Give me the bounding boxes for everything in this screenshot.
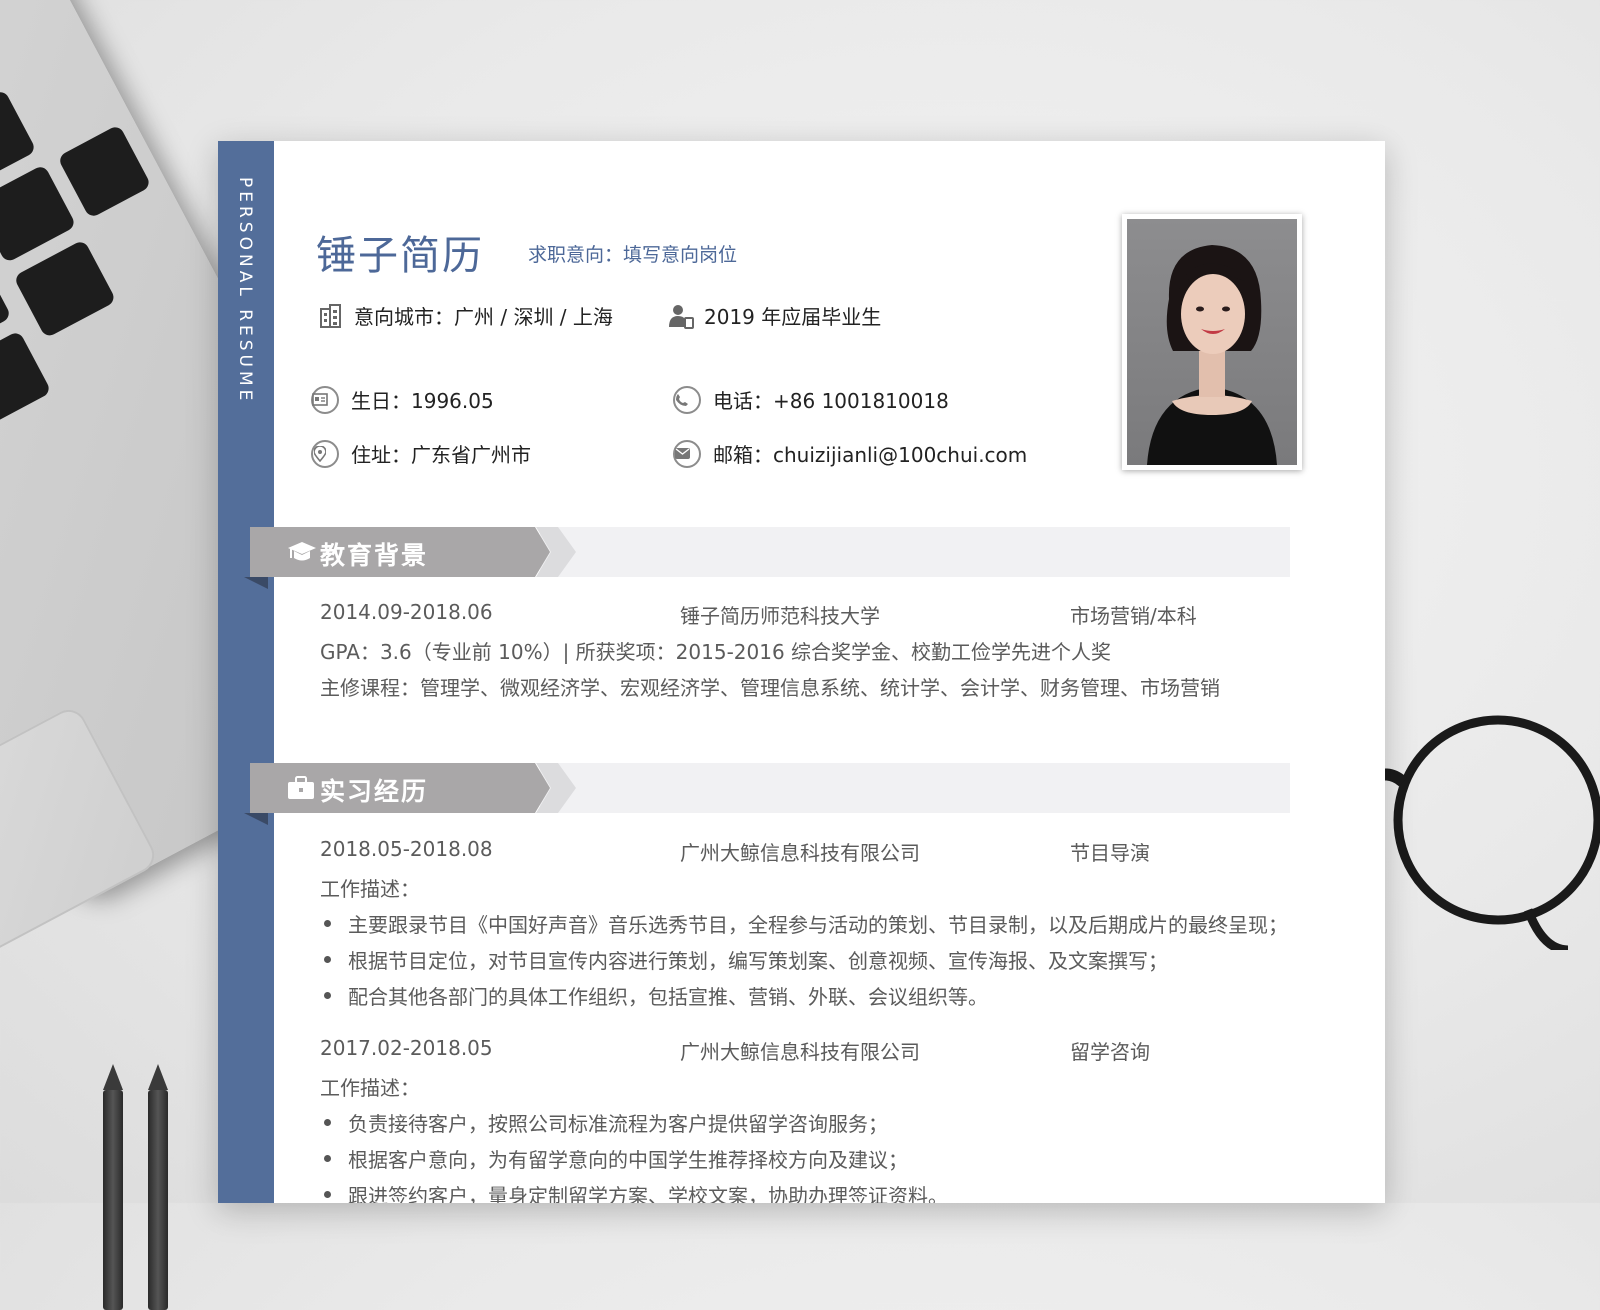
- laptop-key: [13, 239, 117, 339]
- education-school: 锤子简历师范科技大学: [680, 604, 880, 628]
- pencil: [148, 1064, 168, 1310]
- internship-title: 实习经历: [320, 777, 429, 806]
- job-role: 节目导演: [1070, 841, 1150, 865]
- job-role: 留学咨询: [1070, 1040, 1150, 1064]
- intended-city-text: 意向城市：广州 / 深圳 / 上海: [354, 305, 613, 329]
- graduate-year-text: 2019 年应届毕业生: [704, 305, 882, 329]
- graduate-year: 2019 年应届毕业生: [668, 301, 881, 330]
- education-period: 2014.09-2018.06: [320, 600, 493, 624]
- laptop-key: [0, 330, 52, 425]
- address-text: 住址：广东省广州市: [351, 443, 531, 467]
- job-bullet: 配合其他各部门的具体工作组织，包括宣推、营销、外联、会议组织等。: [320, 981, 988, 1010]
- job-bullet: 根据节目定位，对节目宣传内容进行策划，编写策划案、创意视频、宣传海报、及文案撰写…: [320, 945, 1168, 974]
- job-bullet: 根据客户意向，为有留学意向的中国学生推荐择校方向及建议；: [320, 1144, 908, 1173]
- side-label: PERSONAL RESUME: [235, 177, 255, 405]
- education-courses: 主修课程：管理学、微观经济学、宏观经济学、管理信息系统、统计学、会计学、财务管理…: [320, 676, 1220, 700]
- email-text: 邮箱：chuizijianli@100chui.com: [713, 443, 1028, 467]
- phone-icon: [673, 385, 701, 414]
- job-bullet: 负责接待客户，按照公司标准流程为客户提供留学咨询服务；: [320, 1108, 888, 1137]
- email: 邮箱：chuizijianli@100chui.com: [673, 439, 1027, 468]
- mortarboard-icon: [288, 542, 316, 561]
- location-icon: [311, 439, 339, 468]
- job-company: 广州大鲸信息科技有限公司: [680, 1040, 920, 1064]
- job-desc-label: 工作描述：: [320, 1076, 420, 1100]
- laptop-key: [57, 124, 152, 219]
- internship-section-header: 实习经历: [244, 763, 1290, 825]
- job-desc-label: 工作描述：: [320, 877, 420, 901]
- job-company: 广州大鲸信息科技有限公司: [680, 841, 920, 865]
- phone-text: 电话：+86 1001810018: [713, 389, 949, 413]
- intended-city: 意向城市：广州 / 深圳 / 上海: [318, 301, 613, 330]
- job-period: 2017.02-2018.05: [320, 1036, 493, 1060]
- job-bullet: 跟进签约客户，量身定制留学方案、学校文案，协助办理签证资料。: [320, 1180, 948, 1203]
- job-period: 2018.05-2018.08: [320, 837, 493, 861]
- birthday-text: 生日：1996.05: [351, 389, 494, 413]
- education-major: 市场营销/本科: [1070, 604, 1197, 628]
- graduate-icon: [669, 304, 694, 329]
- mail-icon: [673, 439, 701, 468]
- job-bullet: 主要跟录节目《中国好声音》音乐选秀节目，全程参与活动的策划、节目录制，以及后期成…: [320, 909, 1288, 938]
- education-section-header: 教育背景: [244, 527, 1290, 589]
- education-title: 教育背景: [320, 541, 429, 570]
- building-icon: [320, 303, 341, 328]
- resume-name: 锤子简历: [316, 233, 484, 279]
- portrait-illustration: [1147, 245, 1277, 465]
- eyeglasses: [1368, 715, 1600, 950]
- briefcase-icon: [288, 776, 314, 799]
- address: 住址：广东省广州市: [311, 439, 531, 468]
- phone: 电话：+86 1001810018: [673, 385, 949, 414]
- job-intent: 求职意向：填写意向岗位: [528, 244, 738, 266]
- pencil: [103, 1064, 123, 1310]
- birthday: 生日：1996.05: [311, 385, 494, 414]
- resume-side-bar: PERSONAL RESUME: [218, 141, 274, 1203]
- id-card-icon: [311, 385, 339, 414]
- education-gpa: GPA：3.6（专业前 10%）| 所获奖项：2015-2016 综合奖学金、校…: [320, 640, 1112, 664]
- resume-page: PERSONAL RESUME 锤子简历 求职意向：填写意向岗位 意向城市：广州…: [218, 141, 1385, 1203]
- profile-photo: [1122, 214, 1302, 470]
